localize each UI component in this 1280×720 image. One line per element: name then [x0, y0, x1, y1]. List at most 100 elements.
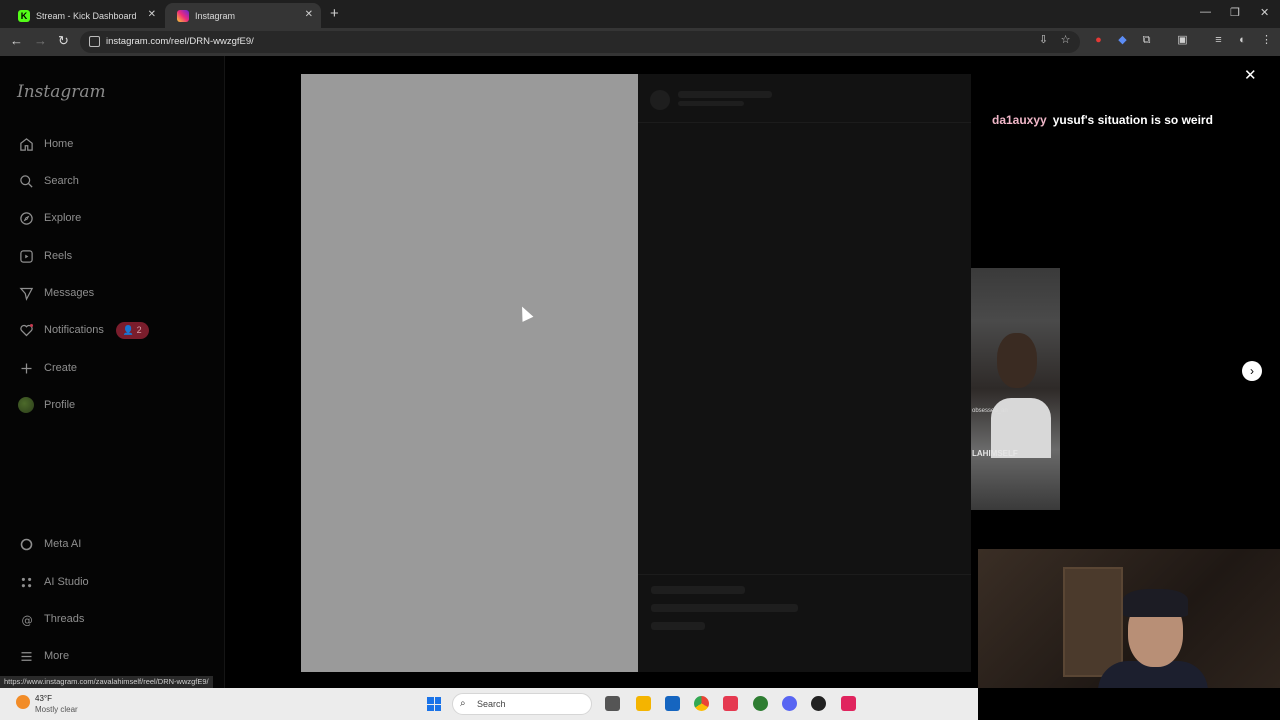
sidebar-item-meta-ai[interactable]: Meta AI	[17, 532, 207, 556]
reel-media-placeholder[interactable]	[301, 74, 638, 672]
tab-kick-dashboard[interactable]: K Stream - Kick Dashboard ✕	[6, 3, 164, 28]
instagram-icon	[177, 9, 189, 22]
weather-description: Mostly clear	[35, 705, 78, 714]
sidebar-item-search[interactable]: Search	[17, 169, 207, 193]
menu-dots-icon[interactable]: ⋮	[1260, 34, 1273, 47]
new-tab-icon[interactable]: +	[330, 5, 339, 22]
sidebar-item-label: Notifications	[44, 324, 104, 336]
comment-username: da1auxyy	[992, 113, 1047, 127]
meta-ai-icon	[17, 535, 35, 553]
webcam-background	[1063, 567, 1123, 677]
site-info-icon[interactable]	[89, 36, 100, 47]
badge-count: 2	[136, 324, 142, 335]
sidebar-item-label: Home	[44, 138, 74, 150]
webcam-person	[1123, 589, 1188, 617]
windows-taskbar: 43°F Mostly clear ⌕ Search	[0, 688, 978, 720]
sidebar-item-home[interactable]: Home	[17, 132, 207, 156]
restore-icon[interactable]: ❐	[1230, 6, 1240, 19]
close-tab-icon[interactable]: ✕	[148, 9, 156, 20]
instagram-logo[interactable]: Instagram	[17, 82, 106, 102]
loading-line-skeleton	[678, 101, 744, 106]
home-icon	[17, 135, 35, 153]
tiktok-icon[interactable]	[841, 696, 856, 711]
close-icon[interactable]: ✕	[1244, 66, 1257, 84]
thumbnail-caption: obsessed_an	[972, 408, 1008, 414]
comment-text: yusuf's situation is so weird	[1052, 113, 1213, 127]
sidebar-item-label: Threads	[44, 613, 85, 625]
loading-line-skeleton	[678, 91, 772, 98]
reel-details-panel	[638, 74, 971, 672]
tab-title: Instagram	[195, 10, 236, 21]
next-arrow-icon[interactable]: ›	[1242, 361, 1262, 381]
task-view-icon[interactable]	[605, 696, 620, 711]
tab-strip: K Stream - Kick Dashboard ✕ Instagram ✕ …	[0, 0, 1280, 28]
tab-title: Stream - Kick Dashboard	[36, 10, 137, 21]
discord-icon[interactable]	[782, 696, 797, 711]
forward-icon[interactable]: →	[34, 33, 47, 48]
sidebar-item-reels[interactable]: Reels	[17, 244, 207, 268]
sidebar-item-messages[interactable]: Messages	[17, 281, 207, 305]
extension-icon[interactable]: ●	[1092, 34, 1105, 47]
next-reel-thumbnail[interactable]: obsessed_an LAHIMSELF	[971, 268, 1060, 510]
extension-icon[interactable]: ◆	[1116, 34, 1129, 47]
link-preview-status: https://www.instagram.com/zavalahimself/…	[0, 676, 213, 688]
search-icon	[17, 172, 35, 190]
sidebar-item-label: Create	[44, 362, 78, 374]
obs-icon[interactable]	[811, 696, 826, 711]
file-explorer-icon[interactable]	[636, 696, 651, 711]
sidebar-item-label: Reels	[44, 250, 73, 262]
close-window-icon[interactable]: ✕	[1260, 6, 1269, 19]
sidebar-item-threads[interactable]: @ Threads	[17, 607, 207, 631]
loading-avatar-skeleton	[650, 90, 670, 110]
avatar	[18, 397, 34, 413]
windows-start-icon[interactable]	[427, 697, 441, 711]
music-icon[interactable]	[723, 696, 738, 711]
install-icon[interactable]: ⇩	[1037, 34, 1050, 47]
minimize-icon[interactable]: —	[1200, 6, 1211, 18]
sidebar-item-explore[interactable]: Explore	[17, 206, 207, 230]
reload-icon[interactable]: ↻	[58, 33, 69, 49]
heart-icon	[17, 321, 35, 339]
sidebar-item-label: Search	[44, 175, 79, 187]
side-panel-icon[interactable]: ▣	[1176, 34, 1189, 47]
divider	[638, 574, 971, 575]
xbox-icon[interactable]	[753, 696, 768, 711]
sidebar-item-label: Meta AI	[44, 538, 82, 550]
profile-avatar-icon	[17, 396, 35, 414]
reels-icon	[17, 247, 35, 265]
svg-text:@: @	[21, 613, 32, 626]
search-icon: ⌕	[460, 698, 466, 709]
thumbnail-label: LAHIMSELF	[972, 449, 1018, 458]
sidebar-item-notifications[interactable]: Notifications 👤 2	[17, 318, 207, 342]
divider	[638, 122, 971, 123]
taskbar-search[interactable]: ⌕ Search	[452, 693, 592, 715]
loading-line-skeleton	[651, 586, 745, 594]
url-text: instagram.com/reel/DRN-wwzgfE9/	[106, 36, 254, 47]
profile-avatar-icon[interactable]: ◐	[1236, 34, 1249, 47]
sidebar-item-ai-studio[interactable]: AI Studio	[17, 570, 207, 594]
webcam-overlay	[978, 549, 1280, 688]
ai-studio-icon	[17, 573, 35, 591]
overlay-comment: da1auxyy yusuf's situation is so weird	[992, 113, 1213, 127]
notification-badge: 👤 2	[115, 321, 149, 339]
messenger-icon	[17, 284, 35, 302]
bookmark-star-icon[interactable]: ☆	[1059, 34, 1072, 47]
sidebar-item-profile[interactable]: Profile	[17, 393, 207, 417]
threads-icon: @	[17, 610, 35, 628]
sidebar-item-create[interactable]: Create	[17, 356, 207, 380]
sidebar-item-more[interactable]: More	[17, 644, 207, 668]
address-bar[interactable]: instagram.com/reel/DRN-wwzgfE9/	[80, 31, 1080, 53]
store-icon[interactable]	[665, 696, 680, 711]
taskbar-search-label: Search	[477, 699, 506, 709]
extensions-puzzle-icon[interactable]: ⧉	[1140, 34, 1153, 47]
sidebar-item-label: Explore	[44, 212, 82, 224]
chrome-icon[interactable]	[694, 696, 709, 711]
media-icon[interactable]: ≡	[1212, 34, 1225, 47]
kick-icon: K	[18, 9, 30, 22]
back-icon[interactable]: ←	[10, 33, 23, 48]
close-tab-icon[interactable]: ✕	[305, 9, 313, 20]
weather-icon[interactable]	[16, 695, 30, 709]
loading-line-skeleton	[651, 604, 798, 612]
tab-instagram[interactable]: Instagram ✕	[165, 3, 321, 28]
sidebar-item-label: Profile	[44, 399, 76, 411]
